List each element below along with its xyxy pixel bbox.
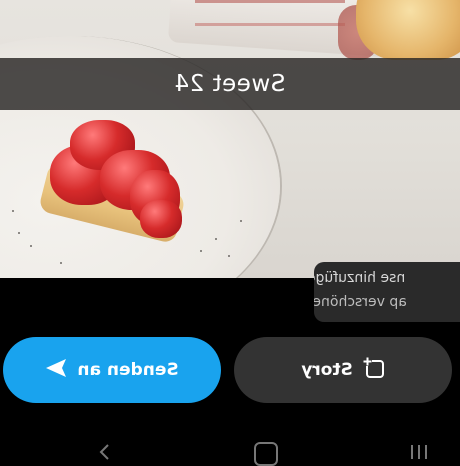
caption-text: Sweet 24 [174,71,286,97]
option-add-lens[interactable]: nse hinzufügen [314,270,460,286]
plate-speck [228,255,230,257]
plate-speck [60,262,62,264]
recents-icon[interactable] [410,444,428,464]
system-nav-bar [0,430,460,466]
send-label: Senden an [77,360,179,380]
back-chevron-icon[interactable] [98,444,110,464]
plate-speck [30,245,32,247]
strawberry-cake [38,120,190,250]
story-label: Story [301,360,353,380]
option-enhance-snap[interactable]: ap verschönern [314,294,460,310]
strawberry [140,200,182,238]
plate-speck [12,210,14,212]
snap-photo: Sweet 24 [0,0,460,278]
wrapper-stripe [195,0,345,26]
plate-speck [215,238,217,240]
add-story-icon [362,357,385,383]
pastry [356,0,460,60]
story-button[interactable]: Story [234,337,452,403]
options-panel: nse hinzufügen ap verschönern [314,262,460,322]
caption-bar[interactable]: Sweet 24 [0,58,460,110]
plate-speck [18,232,20,234]
plate-speck [240,220,242,222]
send-arrow-icon [45,358,67,382]
plate-speck [200,250,202,252]
home-icon[interactable] [254,442,278,466]
send-to-button[interactable]: Senden an [3,337,221,403]
